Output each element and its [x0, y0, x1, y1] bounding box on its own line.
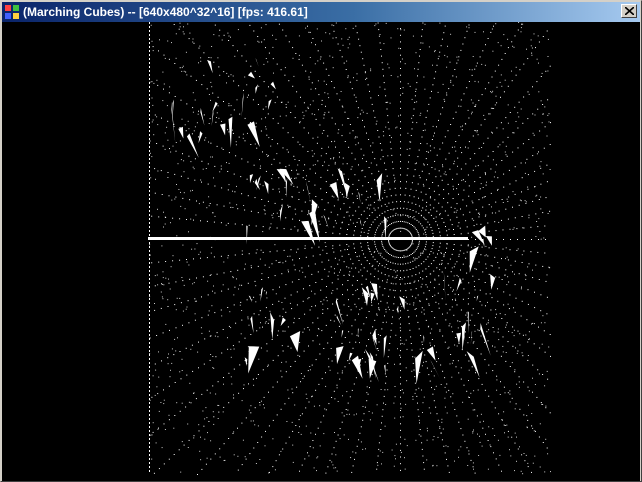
isosurface-triangles [171, 58, 496, 384]
close-icon [625, 7, 634, 15]
close-button[interactable] [621, 4, 637, 18]
application-window: (Marching Cubes) -- [640x480^32^16] [fps… [0, 0, 642, 482]
grid-point-cloud [148, 22, 551, 475]
window-title: (Marching Cubes) -- [640x480^32^16] [fps… [23, 5, 308, 19]
title-bar[interactable]: (Marching Cubes) -- [640x480^32^16] [fps… [2, 2, 640, 22]
marching-cubes-app-icon[interactable] [5, 5, 19, 19]
marching-cubes-render [148, 22, 551, 475]
render-viewport[interactable] [2, 22, 640, 481]
